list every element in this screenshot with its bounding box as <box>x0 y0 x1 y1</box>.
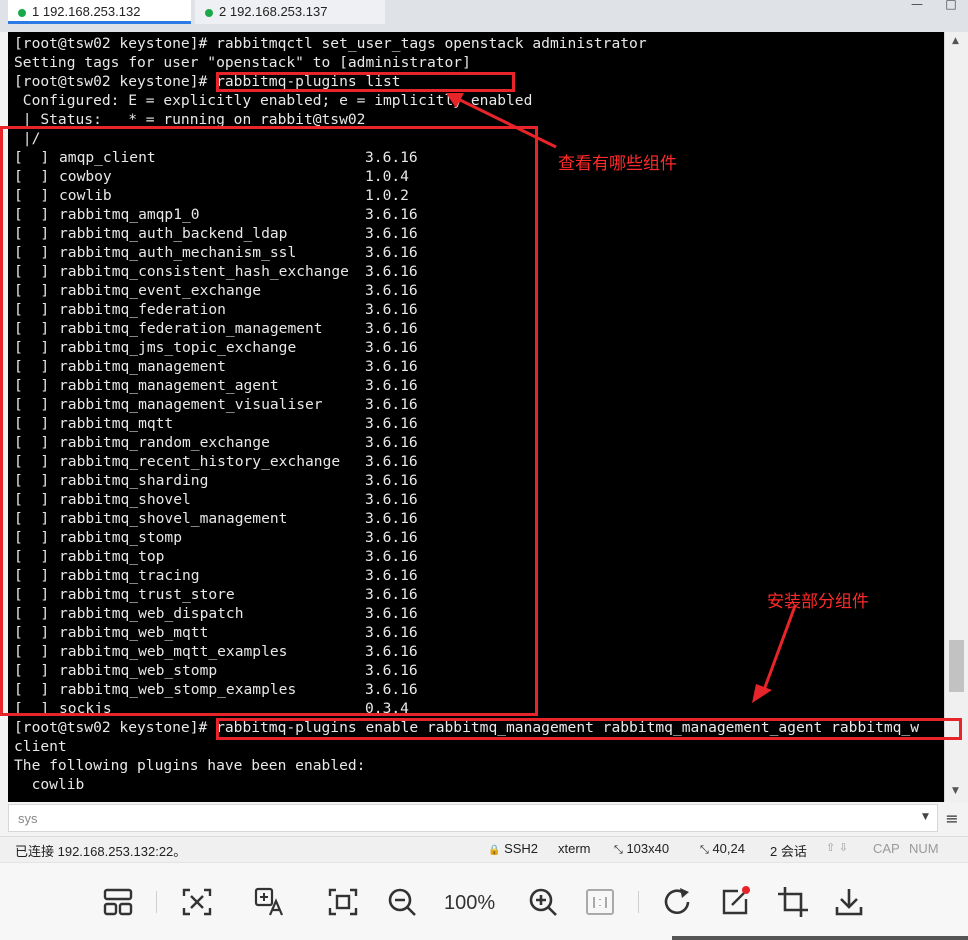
dropdown-arrow-icon[interactable]: ▼ <box>922 812 929 822</box>
fit-screen-icon[interactable] <box>326 885 360 919</box>
crop-icon[interactable] <box>776 885 810 919</box>
zoom-out-icon[interactable] <box>385 885 419 919</box>
scroll-down-icon[interactable]: ▼ <box>952 786 959 796</box>
caps-lock-indicator: CAP <box>873 841 900 856</box>
ocr-icon[interactable] <box>180 885 214 919</box>
annotation-install-components: 安装部分组件 <box>767 592 869 612</box>
minimize-button[interactable]: — <box>900 0 934 10</box>
cursor-icon: ⤡ <box>700 843 709 856</box>
connected-dot-icon <box>18 8 26 17</box>
terminal-line: Setting tags for user "openstack" to [ad… <box>14 54 471 71</box>
scroll-arrows-icon: ⇧ ⇩ <box>826 841 848 854</box>
terminal-line: [root@tsw02 keystone]# rabbitmqctl set_u… <box>14 35 647 52</box>
protocol-status: 🔒 SSH2 <box>488 841 538 856</box>
edit-icon[interactable] <box>718 885 752 919</box>
session-selector[interactable]: sys ▼ <box>8 804 938 832</box>
scrollbar-thumb[interactable] <box>949 640 964 692</box>
terminal-line: Configured: E = explicitly enabled; e = … <box>14 92 533 109</box>
thumbnails-icon[interactable] <box>101 885 135 919</box>
cursor-position: ⤡ 40,24 <box>700 841 745 857</box>
cursor-position-label: 40,24 <box>712 841 745 856</box>
terminal-size: ⤡ 103x40 <box>614 841 669 857</box>
translate-icon[interactable] <box>252 885 286 919</box>
toolbar-divider <box>638 891 639 913</box>
terminal-scrollbar[interactable]: ▲ ▼ <box>944 32 968 802</box>
tab-label: 2 192.168.253.137 <box>219 4 328 19</box>
menu-button[interactable]: ≡ <box>940 808 964 830</box>
num-lock-indicator: NUM <box>909 841 939 856</box>
status-bar: 已连接 192.168.253.132:22。 🔒 SSH2 xterm ⤡ 1… <box>0 836 968 862</box>
connection-status: 已连接 192.168.253.132:22。 <box>15 844 187 859</box>
protocol-label: SSH2 <box>504 841 539 856</box>
actual-size-icon[interactable] <box>583 885 617 919</box>
toolbar-divider <box>156 891 157 913</box>
terminal-size-label: 103x40 <box>626 841 670 856</box>
terminal-line: The following plugins have been enabled: <box>14 757 366 774</box>
zoom-in-icon[interactable] <box>526 885 560 919</box>
terminal-type: xterm <box>558 841 591 856</box>
tab-label: 1 192.168.253.132 <box>32 4 141 19</box>
terminal-line: cowlib <box>14 776 85 793</box>
lock-icon: 🔒 <box>488 845 501 856</box>
bottom-edge <box>672 936 968 940</box>
list-command-highlight <box>216 72 515 92</box>
rotate-icon[interactable] <box>661 885 695 919</box>
scroll-up-icon[interactable]: ▲ <box>952 36 959 46</box>
maximize-button[interactable]: □ <box>934 0 968 10</box>
tab-session-2[interactable]: 2 192.168.253.137 <box>195 0 385 24</box>
plugin-list-highlight <box>0 126 538 716</box>
zoom-level: 100% <box>444 892 496 914</box>
session-selector-text: sys <box>18 811 38 826</box>
viewer-toolbar: 100% <box>0 862 968 940</box>
annotation-view-components: 查看有哪些组件 <box>558 154 677 174</box>
terminal-line: client <box>14 738 67 755</box>
session-count: 2 会话 <box>770 844 807 859</box>
resize-icon: ⤡ <box>614 843 623 856</box>
tab-session-1[interactable]: 1 192.168.253.132 <box>8 0 191 24</box>
enable-command-highlight <box>216 718 962 740</box>
connected-dot-icon <box>205 8 213 17</box>
download-icon[interactable] <box>832 885 866 919</box>
tab-bar: 1 192.168.253.132 2 192.168.253.137 — □ <box>0 0 968 32</box>
window-controls: — □ <box>900 0 968 10</box>
